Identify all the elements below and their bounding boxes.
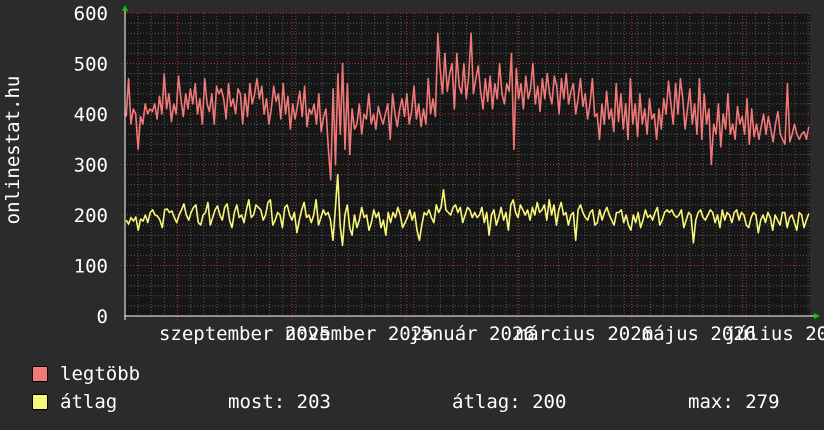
legend-swatch-legtobb	[32, 366, 48, 382]
x-axis-arrow	[814, 313, 820, 319]
x-tick-label: március 2026	[516, 323, 653, 345]
stat-most: most: 203	[228, 391, 331, 413]
y-tick-label: 100	[74, 256, 108, 278]
y-tick-label: 400	[74, 104, 108, 126]
stat-max: max: 279	[688, 391, 780, 413]
y-tick-labels: 0 100 200 300 400 500 600	[74, 3, 108, 328]
legend-item-atlag: átlag	[32, 391, 117, 413]
legend-label-atlag: átlag	[60, 391, 118, 413]
y-tick-label: 300	[74, 155, 108, 177]
stat-atlag: átlag: 200	[452, 391, 567, 413]
y-tick-label: 500	[74, 54, 108, 76]
x-tick-label: július 2026	[725, 323, 824, 345]
side-label: onlinestat.hu	[2, 75, 24, 225]
plot-background	[125, 13, 810, 316]
legend-swatch-atlag	[32, 394, 48, 410]
y-tick-label: 200	[74, 205, 108, 227]
legend-label-legtobb: legtöbb	[60, 363, 141, 385]
side-label-container: onlinestat.hu	[2, 40, 24, 260]
x-tick-labels: szeptember 2025november 2025január 2026m…	[159, 323, 824, 345]
y-axis-arrow	[122, 5, 128, 11]
legend-item-legtobb: legtöbb	[32, 363, 140, 385]
y-tick-label: 0	[97, 306, 108, 328]
y-tick-label: 600	[74, 3, 108, 25]
